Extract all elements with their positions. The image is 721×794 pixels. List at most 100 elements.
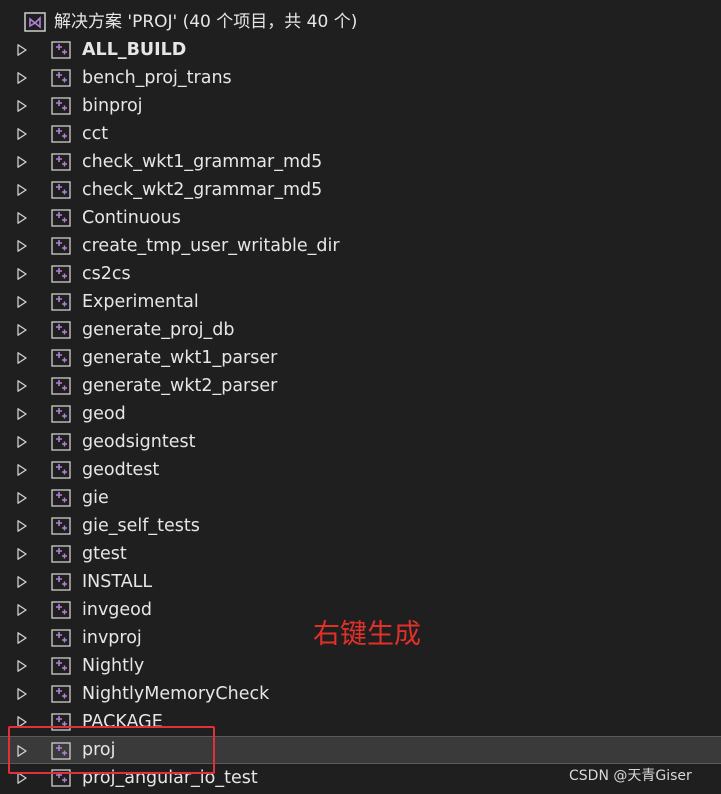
expand-chevron-icon[interactable] [16, 352, 28, 364]
expand-chevron-icon[interactable] [16, 380, 28, 392]
project-row-create-tmp-user-writable-dir[interactable]: create_tmp_user_writable_dir [0, 232, 721, 260]
cpp-project-icon [51, 685, 71, 703]
cpp-project-icon [51, 657, 71, 675]
expand-chevron-icon[interactable] [16, 156, 28, 168]
project-label: ALL_BUILD [82, 40, 187, 60]
project-row-bench-proj-trans[interactable]: bench_proj_trans [0, 64, 721, 92]
expand-chevron-icon[interactable] [16, 184, 28, 196]
expand-chevron-icon[interactable] [16, 576, 28, 588]
project-label: binproj [82, 96, 143, 116]
solution-explorer: 解决方案 'PROJ' (40 个项目，共 40 个) ALL_BUILDben… [0, 0, 721, 794]
expand-chevron-icon[interactable] [16, 688, 28, 700]
expand-chevron-icon[interactable] [16, 436, 28, 448]
cpp-project-icon [51, 265, 71, 283]
project-label: create_tmp_user_writable_dir [82, 236, 340, 256]
expand-chevron-icon[interactable] [16, 44, 28, 56]
cpp-project-icon [51, 517, 71, 535]
expand-chevron-icon[interactable] [16, 100, 28, 112]
project-row-check-wkt1-grammar-md5[interactable]: check_wkt1_grammar_md5 [0, 148, 721, 176]
expand-chevron-icon[interactable] [16, 128, 28, 140]
project-label: generate_proj_db [82, 320, 235, 340]
project-label: generate_wkt2_parser [82, 376, 278, 396]
project-label: cs2cs [82, 264, 131, 284]
expand-chevron-icon[interactable] [16, 72, 28, 84]
cpp-project-icon [51, 349, 71, 367]
cpp-project-icon [51, 293, 71, 311]
cpp-project-icon [51, 97, 71, 115]
project-label: check_wkt1_grammar_md5 [82, 152, 323, 172]
project-label: INSTALL [82, 572, 153, 592]
expand-chevron-icon[interactable] [16, 324, 28, 336]
solution-label: 解决方案 'PROJ' (40 个项目，共 40 个) [54, 12, 358, 32]
project-row-geodtest[interactable]: geodtest [0, 456, 721, 484]
cpp-project-icon [51, 545, 71, 563]
project-row-nightlymemorycheck[interactable]: NightlyMemoryCheck [0, 680, 721, 708]
cpp-project-icon [51, 377, 71, 395]
project-label: check_wkt2_grammar_md5 [82, 180, 323, 200]
project-label: gie_self_tests [82, 516, 200, 536]
expand-chevron-icon[interactable] [16, 268, 28, 280]
project-row-install[interactable]: INSTALL [0, 568, 721, 596]
project-row-cs2cs[interactable]: cs2cs [0, 260, 721, 288]
project-label: Nightly [82, 656, 145, 676]
expand-chevron-icon[interactable] [16, 212, 28, 224]
cpp-project-icon [51, 629, 71, 647]
project-label: geod [82, 404, 126, 424]
cpp-project-icon [51, 461, 71, 479]
project-row-gie[interactable]: gie [0, 484, 721, 512]
cpp-project-icon [51, 69, 71, 87]
highlight-box [8, 726, 215, 774]
annotation-text: 右键生成 [313, 619, 421, 650]
cpp-project-icon [51, 321, 71, 339]
cpp-project-icon [51, 405, 71, 423]
project-row-continuous[interactable]: Continuous [0, 204, 721, 232]
expand-chevron-icon[interactable] [16, 296, 28, 308]
project-row-gie-self-tests[interactable]: gie_self_tests [0, 512, 721, 540]
cpp-project-icon [51, 209, 71, 227]
project-row-all-build[interactable]: ALL_BUILD [0, 36, 721, 64]
cpp-project-icon [51, 153, 71, 171]
project-label: invgeod [82, 600, 152, 620]
project-label: geodsigntest [82, 432, 196, 452]
project-row-nightly[interactable]: Nightly [0, 652, 721, 680]
project-label: Experimental [82, 292, 199, 312]
project-label: gie [82, 488, 109, 508]
cpp-project-icon [51, 237, 71, 255]
project-row-gtest[interactable]: gtest [0, 540, 721, 568]
project-label: Continuous [82, 208, 181, 228]
watermark: CSDN @天青Giser [569, 768, 692, 784]
project-label: generate_wkt1_parser [82, 348, 278, 368]
project-label: gtest [82, 544, 127, 564]
cpp-project-icon [51, 433, 71, 451]
cpp-project-icon [51, 181, 71, 199]
project-label: cct [82, 124, 109, 144]
expand-chevron-icon[interactable] [16, 520, 28, 532]
expand-chevron-icon[interactable] [16, 604, 28, 616]
expand-chevron-icon[interactable] [16, 492, 28, 504]
expand-chevron-icon[interactable] [16, 408, 28, 420]
expand-chevron-icon[interactable] [16, 632, 28, 644]
project-row-cct[interactable]: cct [0, 120, 721, 148]
cpp-project-icon [51, 125, 71, 143]
solution-node[interactable]: 解决方案 'PROJ' (40 个项目，共 40 个) [0, 8, 721, 36]
cpp-project-icon [51, 489, 71, 507]
project-row-generate-proj-db[interactable]: generate_proj_db [0, 316, 721, 344]
project-row-geodsigntest[interactable]: geodsigntest [0, 428, 721, 456]
expand-chevron-icon[interactable] [16, 548, 28, 560]
cpp-project-icon [51, 573, 71, 591]
visual-studio-solution-icon [24, 12, 46, 32]
project-label: geodtest [82, 460, 160, 480]
project-row-check-wkt2-grammar-md5[interactable]: check_wkt2_grammar_md5 [0, 176, 721, 204]
expand-chevron-icon[interactable] [16, 464, 28, 476]
expand-chevron-icon[interactable] [16, 660, 28, 672]
cpp-project-icon [51, 41, 71, 59]
project-label: NightlyMemoryCheck [82, 684, 270, 704]
project-row-binproj[interactable]: binproj [0, 92, 721, 120]
project-row-experimental[interactable]: Experimental [0, 288, 721, 316]
cpp-project-icon [51, 601, 71, 619]
project-row-geod[interactable]: geod [0, 400, 721, 428]
expand-chevron-icon[interactable] [16, 240, 28, 252]
project-label: bench_proj_trans [82, 68, 232, 88]
project-row-generate-wkt1-parser[interactable]: generate_wkt1_parser [0, 344, 721, 372]
project-row-generate-wkt2-parser[interactable]: generate_wkt2_parser [0, 372, 721, 400]
